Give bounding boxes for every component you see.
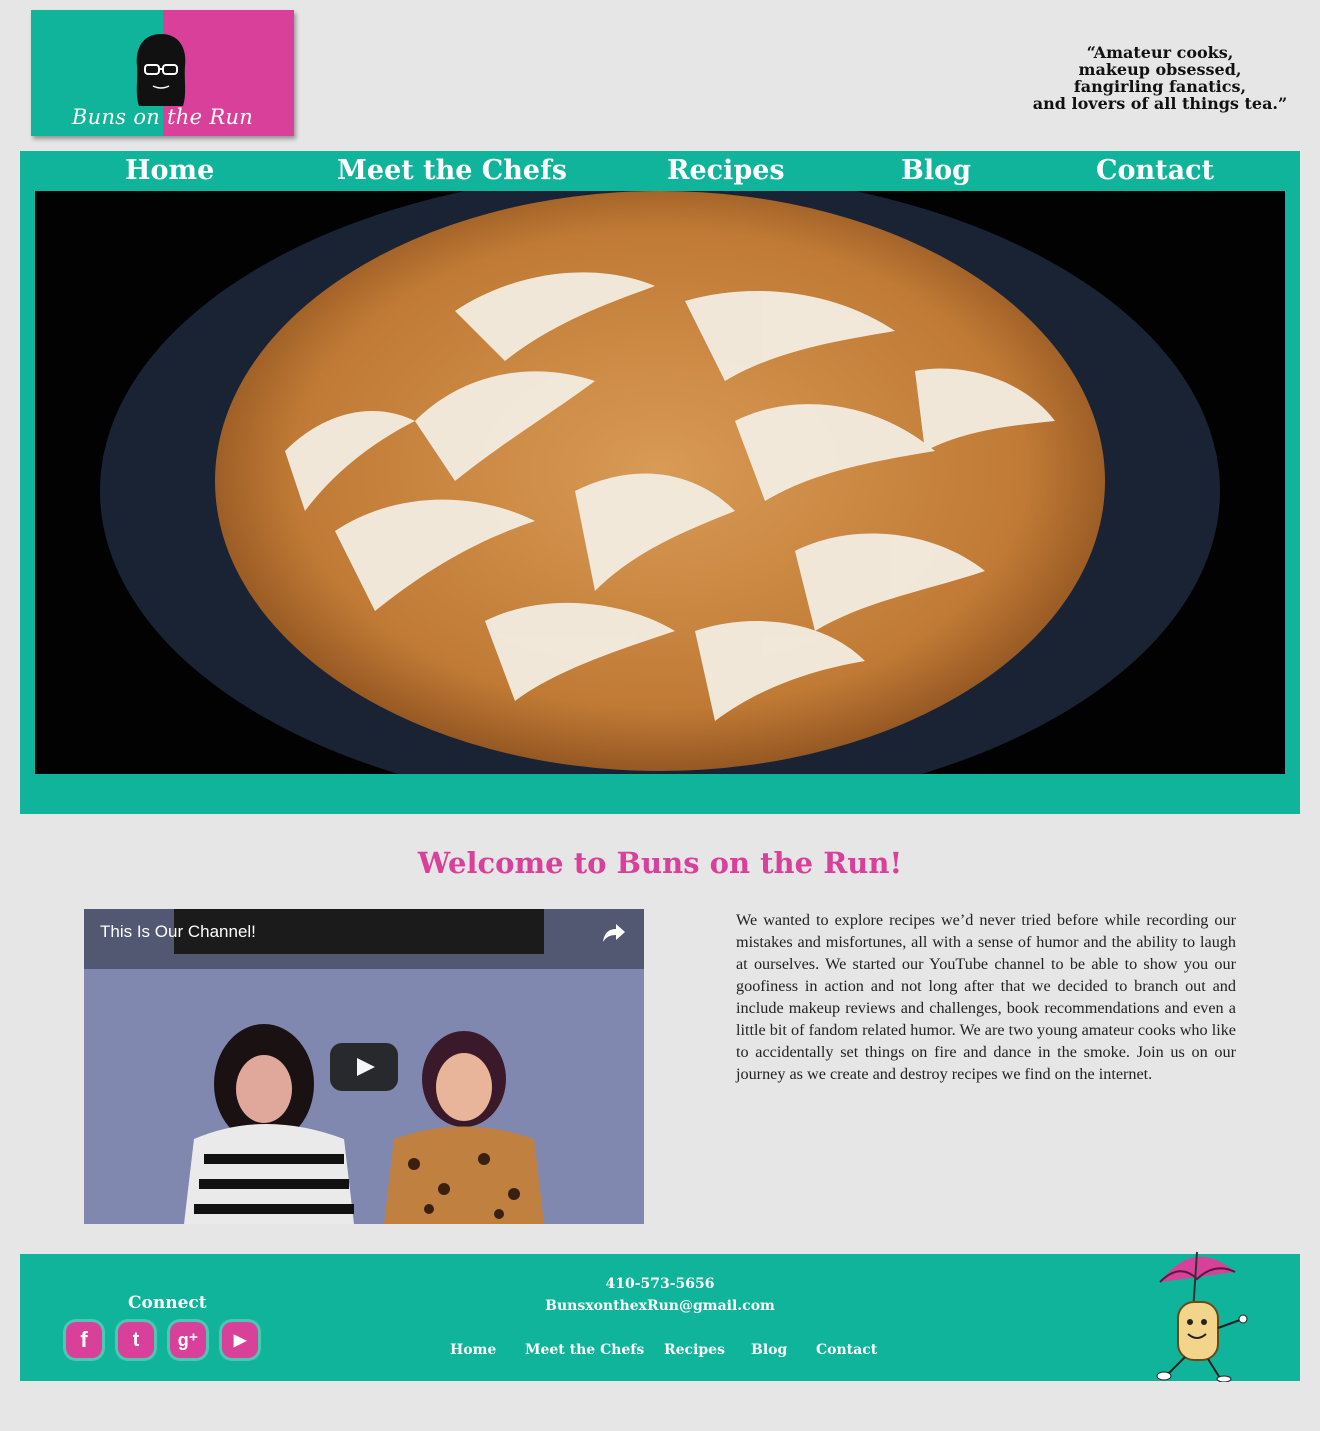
bun-mascot-icon <box>1156 1251 1248 1382</box>
main-nav: Home Meet the Chefs Recipes Blog Contact <box>20 151 1300 191</box>
video-title[interactable]: This Is Our Channel! <box>100 922 256 942</box>
logo-text: Buns on the Run <box>71 105 254 129</box>
youtube-video-embed[interactable]: This Is Our Channel! <box>84 909 644 1224</box>
tagline-line: and lovers of all things tea.” <box>1032 94 1288 113</box>
facebook-icon[interactable]: f <box>66 1322 102 1358</box>
youtube-icon[interactable]: ▶ <box>222 1322 258 1358</box>
google-plus-icon[interactable]: g⁺ <box>170 1322 206 1358</box>
footer-nav-home[interactable]: Home <box>450 1342 496 1358</box>
about-text: We wanted to explore recipes we’d never … <box>736 911 1236 1083</box>
tagline: “Amateur cooks, makeup obsessed, fangirl… <box>1020 44 1300 112</box>
footer-nav-recipes[interactable]: Recipes <box>664 1342 725 1358</box>
footer-nav-meet-the-chefs[interactable]: Meet the Chefs <box>525 1342 644 1358</box>
nav-home[interactable]: Home <box>125 155 214 186</box>
footer-phone: 410-573-5656 <box>605 1276 715 1292</box>
nav-blog[interactable]: Blog <box>901 155 971 186</box>
nav-meet-the-chefs[interactable]: Meet the Chefs <box>337 155 567 186</box>
footer-nav-contact[interactable]: Contact <box>816 1342 877 1358</box>
tagline-line: makeup obsessed, <box>1078 60 1242 79</box>
share-icon[interactable] <box>602 923 626 943</box>
tagline-line: fangirling fanatics, <box>1073 77 1247 96</box>
site-logo[interactable]: Buns on the Run <box>31 10 294 136</box>
nav-contact[interactable]: Contact <box>1096 155 1214 186</box>
nav-recipes[interactable]: Recipes <box>667 155 785 186</box>
footer-nav-blog[interactable]: Blog <box>751 1342 787 1358</box>
welcome-title: Welcome to Buns on the Run! <box>417 846 903 880</box>
site-footer: Connect f t g⁺ ▶ 410-573-5656 Bunsxonthe… <box>20 1251 1300 1382</box>
hero-cheesecake-image <box>35 191 1285 774</box>
footer-email[interactable]: BunsxonthexRun@gmail.com <box>20 1298 1300 1314</box>
chef-portrait-icon <box>136 34 186 106</box>
play-icon[interactable] <box>330 1043 398 1091</box>
twitter-icon[interactable]: t <box>118 1322 154 1358</box>
hero-section: Home Meet the Chefs Recipes Blog Contact <box>20 151 1300 814</box>
tagline-line: “Amateur cooks, <box>1086 43 1234 62</box>
